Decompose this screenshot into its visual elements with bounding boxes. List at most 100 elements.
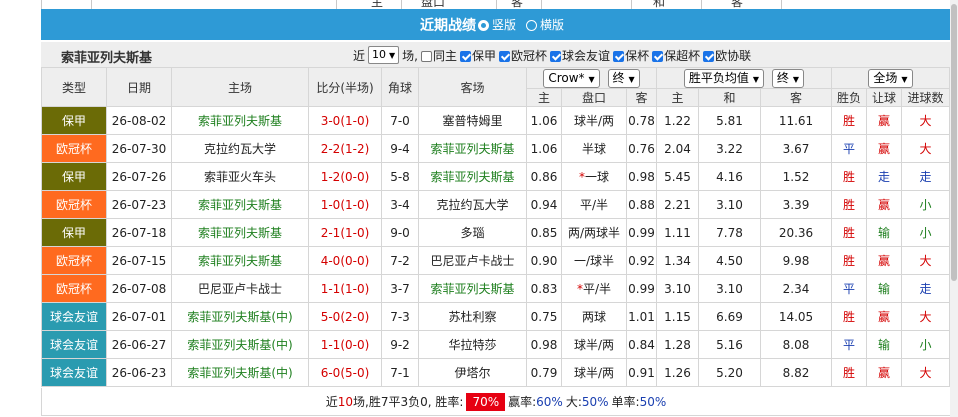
corner-score-cell: 3-4 <box>381 190 419 219</box>
handicap-result-cell: 输 <box>877 226 890 240</box>
win-rate-badge: 70% <box>466 392 506 411</box>
scope-select[interactable]: 全场 ▼ <box>868 68 913 88</box>
ah-home-odds-cell: 1.06 <box>526 106 562 135</box>
home-team[interactable]: 索菲亚列夫斯基(中) <box>187 310 292 324</box>
handicap-result-cell: 赢 <box>877 142 890 156</box>
checkbox-friendly[interactable] <box>550 50 562 62</box>
away-team[interactable]: 索菲亚列夫斯基 <box>430 142 514 156</box>
match-score: 1-0(1-0) <box>320 197 370 212</box>
away-team[interactable]: 多瑙 <box>460 226 484 240</box>
ah-home-odds-cell: 0.85 <box>526 218 562 247</box>
away-team-cell: 苏杜利察 <box>418 302 527 331</box>
table-row[interactable]: 欧冠杯 26-07-23 索菲亚列夫斯基 1-0(1-0) 3-4 克拉约瓦大学 0.94 平… <box>41 190 950 219</box>
home-team[interactable]: 索菲亚列夫斯基 <box>198 226 282 240</box>
euro-odds-select[interactable]: 胜平负均值 ▼ <box>683 68 765 88</box>
match-date: 26-07-30 <box>111 141 167 156</box>
scrollbar-thumb[interactable] <box>951 4 957 281</box>
corner-score: 9-2 <box>390 337 410 352</box>
home-team[interactable]: 索菲亚列夫斯基 <box>198 114 282 128</box>
handicap-result-cell-cell: 输 <box>866 218 902 247</box>
checkbox-ucl[interactable] <box>499 50 511 62</box>
radio-vertical[interactable] <box>477 20 489 31</box>
company-select-value: Crow* <box>548 70 585 85</box>
away-team[interactable]: 伊塔尔 <box>454 366 490 380</box>
checkbox-label[interactable]: 同主 <box>433 47 457 64</box>
company-select[interactable]: Crow* ▼ <box>543 68 600 88</box>
table-row[interactable]: 球会友谊 26-06-23 索菲亚列夫斯基(中) 6-0(5-0) 7-1 伊塔尔 0.79… <box>41 358 950 387</box>
col-score: 比分(半场) <box>308 67 382 107</box>
radio-vertical-label[interactable]: 竖版 <box>492 16 516 33</box>
ah-time-select[interactable]: 终 ▼ <box>607 68 640 88</box>
goals-result-cell-cell: 大 <box>901 134 950 163</box>
eu-home-odds: 1.11 <box>664 225 691 240</box>
table-row[interactable]: 球会友谊 26-07-01 索菲亚列夫斯基(中) 5-0(2-0) 7-3 苏杜利察 0.7… <box>41 302 950 331</box>
table-row[interactable]: 保甲 26-08-02 索菲亚列夫斯基 3-0(1-0) 7-0 塞普特姆里 1.06 球半/… <box>41 106 950 135</box>
result-cell: 平 <box>842 142 855 156</box>
ah-home-odds: 0.75 <box>530 309 558 324</box>
home-team[interactable]: 克拉约瓦大学 <box>204 142 276 156</box>
handicap-result-cell: 输 <box>877 338 890 352</box>
away-team[interactable]: 华拉特莎 <box>448 338 496 352</box>
checkbox-bul-cup[interactable] <box>613 50 625 62</box>
home-team[interactable]: 索菲亚列夫斯基 <box>198 254 282 268</box>
result-cell-cell: 平 <box>831 134 867 163</box>
away-team[interactable]: 塞普特姆里 <box>442 114 502 128</box>
ah-line: 球半/两 <box>573 114 615 128</box>
handicap-result-cell: 赢 <box>877 310 890 324</box>
ah-line: 一球 <box>584 170 609 184</box>
result-cell-cell: 胜 <box>831 106 867 135</box>
checkbox-label[interactable]: 欧冠杯 <box>511 47 547 64</box>
match-score: 6-0(5-0) <box>320 365 370 380</box>
euro-time-select-value: 终 <box>776 70 789 85</box>
checkbox-conference-league[interactable] <box>703 50 715 62</box>
home-team[interactable]: 索菲亚列夫斯基 <box>198 198 282 212</box>
handicap-result-cell-cell: 走 <box>866 162 902 191</box>
checkbox-bul-league[interactable] <box>460 50 472 62</box>
goals-result-cell: 小 <box>919 198 932 212</box>
ah-home-odds-cell: 0.90 <box>526 246 562 275</box>
away-team[interactable]: 索菲亚列夫斯基 <box>430 170 514 184</box>
corner-score: 7-0 <box>390 113 410 128</box>
away-team[interactable]: 索菲亚列夫斯基 <box>430 282 514 296</box>
radio-horizontal[interactable] <box>526 20 537 31</box>
checkbox-bul-supercup[interactable] <box>652 50 664 62</box>
checkbox-label[interactable]: 欧协联 <box>715 47 751 64</box>
away-team[interactable]: 克拉约瓦大学 <box>436 198 508 212</box>
table-row[interactable]: 球会友谊 26-06-27 索菲亚列夫斯基(中) 1-1(0-0) 9-2 华拉特莎 0.9… <box>41 330 950 359</box>
ah-line-cell: *平/半 <box>561 274 627 303</box>
home-team[interactable]: 索菲亚列夫斯基(中) <box>187 366 292 380</box>
ah-away-odds-cell: 0.78 <box>626 106 657 135</box>
table-row[interactable]: 欧冠杯 26-07-08 巴尼亚卢卡战士 1-1(1-0) 3-7 索菲亚列夫斯基 0.83… <box>41 274 950 303</box>
chevron-down-icon: ▼ <box>752 74 760 84</box>
checkbox-label[interactable]: 球会友谊 <box>562 47 610 64</box>
table-row[interactable]: 欧冠杯 26-07-15 索菲亚列夫斯基 4-0(0-0) 7-2 巴尼亚卢卡战士 0.90… <box>41 246 950 275</box>
home-team[interactable]: 索菲亚火车头 <box>204 170 276 184</box>
away-team-cell: 塞普特姆里 <box>418 106 527 135</box>
table-row[interactable]: 保甲 26-07-18 索菲亚列夫斯基 2-1(1-0) 9-0 多瑙 0.85 两/两球半 0… <box>41 218 950 247</box>
checkbox-same-home[interactable] <box>421 50 432 62</box>
eu-home-odds-cell: 1.28 <box>656 330 699 359</box>
league-badge: 保甲 <box>61 226 86 240</box>
match-score: 2-1(1-0) <box>320 225 370 240</box>
checkbox-label[interactable]: 保超杯 <box>664 47 700 64</box>
away-team[interactable]: 巴尼亚卢卡战士 <box>430 254 514 268</box>
match-date: 26-07-26 <box>111 169 167 184</box>
checkbox-label[interactable]: 保甲 <box>472 47 496 64</box>
checkbox-label[interactable]: 保杯 <box>625 47 649 64</box>
table-row[interactable]: 保甲 26-07-26 索菲亚火车头 1-2(0-0) 5-8 索菲亚列夫斯基 0.86 *一… <box>41 162 950 191</box>
match-count-select[interactable]: 10 ▼ <box>368 46 400 64</box>
match-date-cell: 26-07-23 <box>106 190 172 219</box>
ah-home-odds: 0.90 <box>530 253 558 268</box>
euro-time-select[interactable]: 终 ▼ <box>771 68 805 88</box>
home-team[interactable]: 索菲亚列夫斯基(中) <box>187 338 292 352</box>
ah-away-odds-cell: 0.84 <box>626 330 657 359</box>
radio-horizontal-label[interactable]: 横版 <box>540 16 564 33</box>
ah-line-cell: 球半/两 <box>561 106 627 135</box>
league-badge-cell: 欧冠杯 <box>41 246 107 275</box>
col-ah-home: 主 <box>526 88 562 107</box>
ah-away-odds-cell: 0.88 <box>626 190 657 219</box>
away-team[interactable]: 苏杜利察 <box>448 310 496 324</box>
match-date-cell: 26-07-26 <box>106 162 172 191</box>
table-row[interactable]: 欧冠杯 26-07-30 克拉约瓦大学 2-2(1-2) 9-4 索菲亚列夫斯基 1.06 半… <box>41 134 950 163</box>
home-team[interactable]: 巴尼亚卢卡战士 <box>198 282 282 296</box>
